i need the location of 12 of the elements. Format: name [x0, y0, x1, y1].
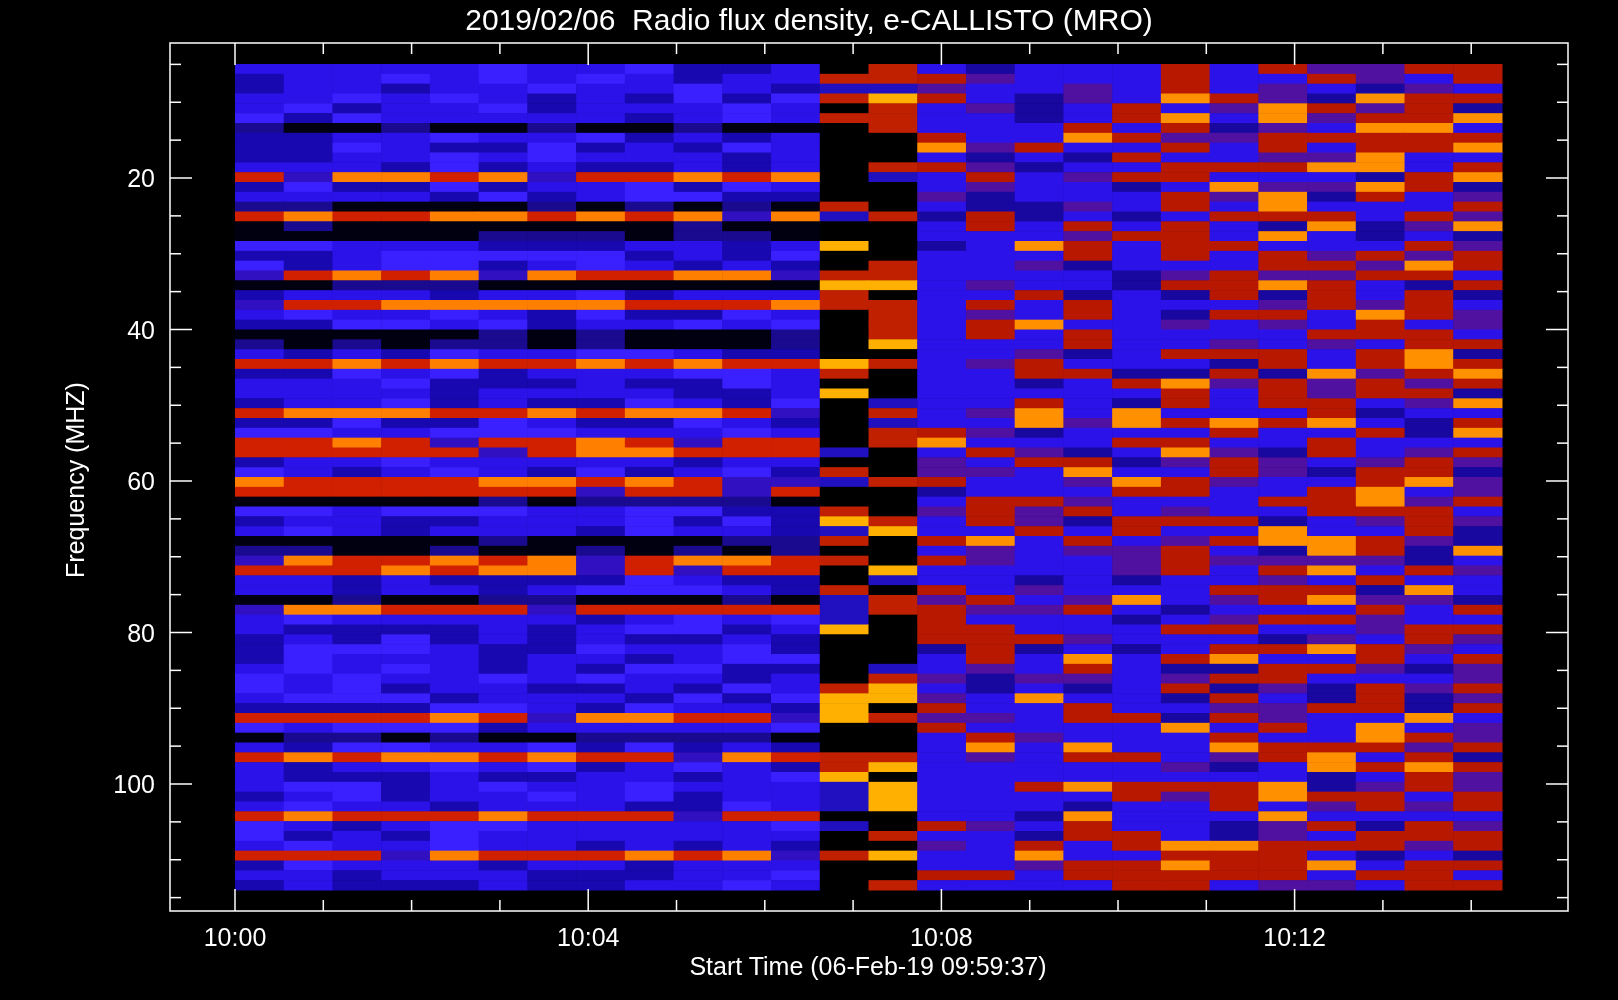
- tick-label: 20: [127, 164, 155, 192]
- tick-label: 40: [127, 315, 155, 344]
- tick-label: 100: [113, 770, 155, 798]
- tick-label: 10:04: [556, 923, 620, 951]
- chart-title: 2019/02/06 Radio flux density, e-CALLISTO (MRO): [465, 3, 1153, 36]
- axis-label: Frequency (MHZ): [61, 382, 89, 578]
- tick-label: 10:08: [910, 923, 973, 951]
- axis-label: Start Time (06-Feb-19 09:59:37): [689, 952, 1047, 980]
- tick-label: 60: [127, 467, 155, 495]
- tick-label: 80: [127, 618, 155, 647]
- tick-label: 10:00: [203, 923, 267, 951]
- tick-label: 10:12: [1263, 923, 1326, 951]
